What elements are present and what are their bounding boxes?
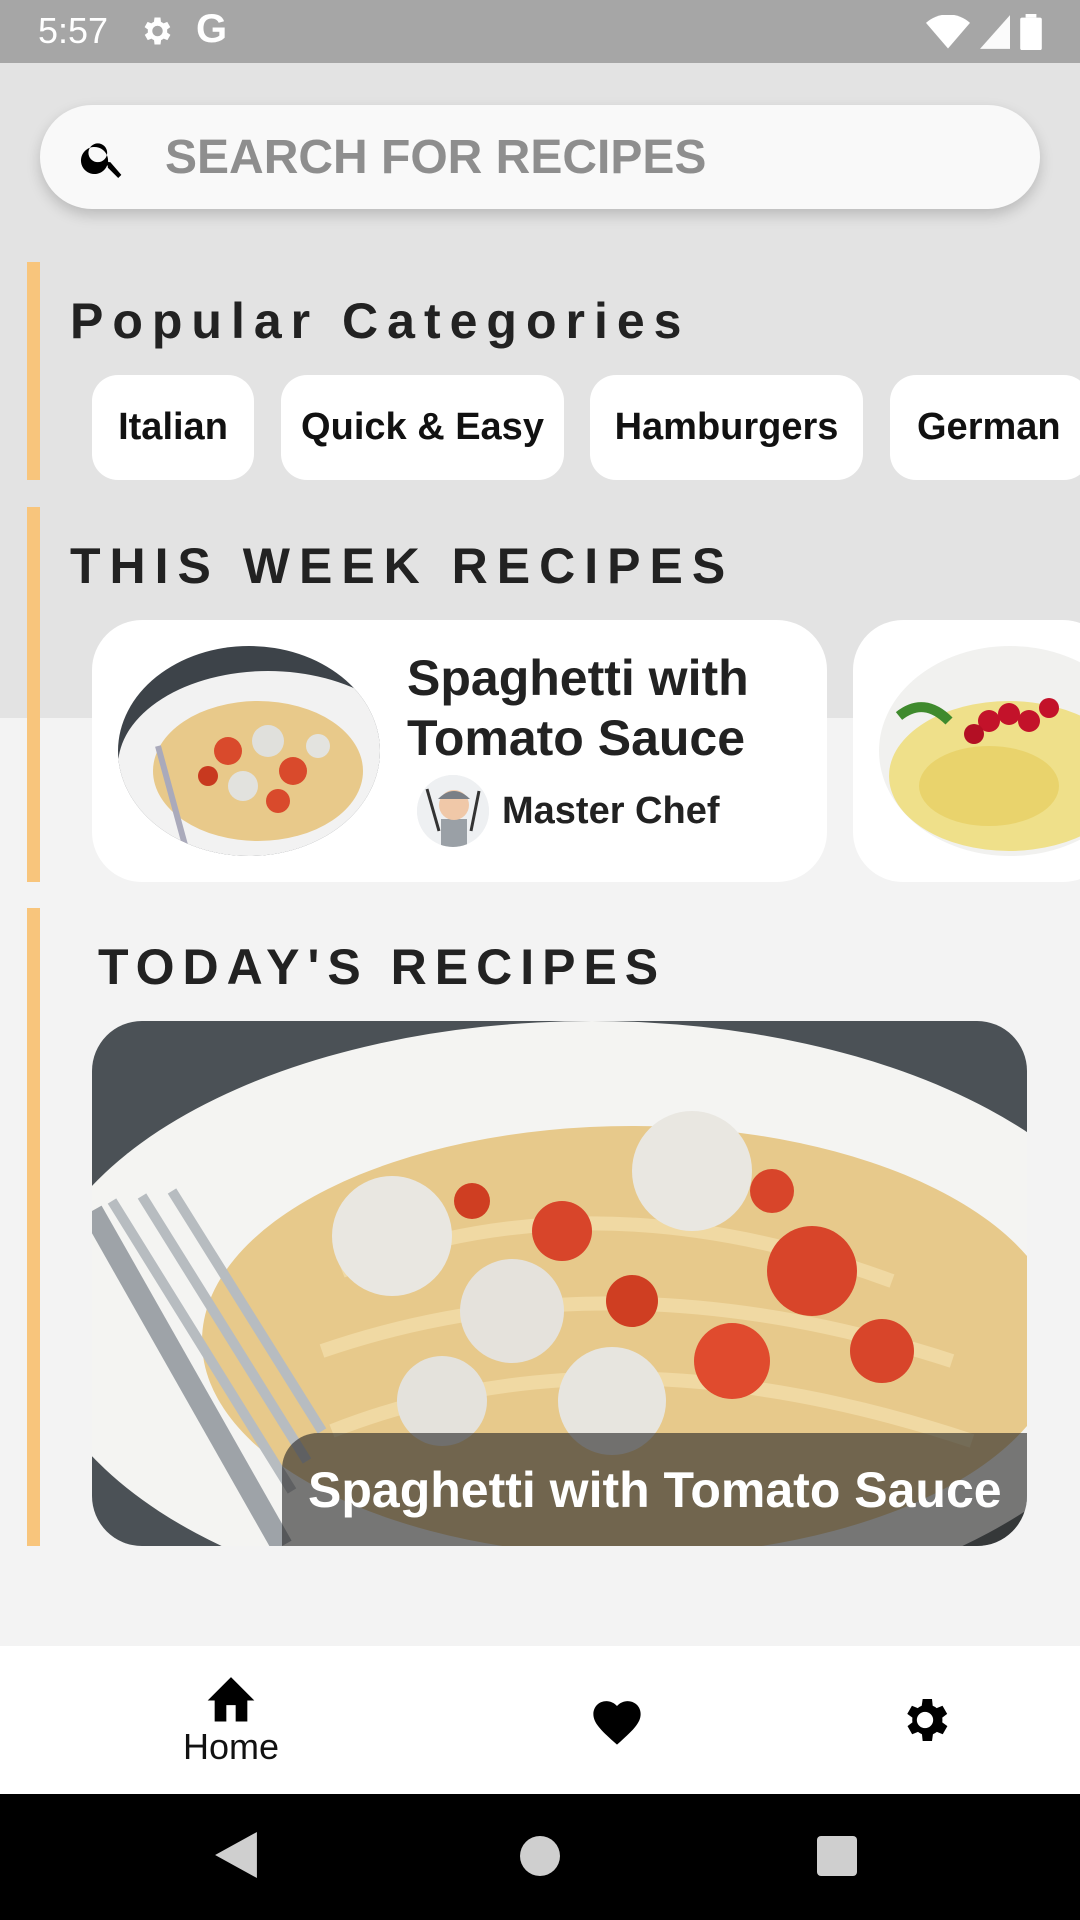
status-bar: 5:57 G — [0, 0, 1080, 63]
wifi-icon — [926, 15, 970, 49]
nav-favorites[interactable] — [560, 1646, 674, 1794]
bottom-navigation: Home — [0, 1646, 1080, 1794]
battery-icon — [1020, 14, 1042, 50]
this-week-title: THIS WEEK RECIPES — [70, 538, 735, 594]
week-recipe-title: Spaghetti with Tomato Sauce — [407, 650, 749, 766]
todays-recipes-title: TODAY'S RECIPES — [98, 939, 667, 995]
accent-bar — [27, 507, 40, 882]
heart-icon — [593, 1701, 641, 1745]
nav-home-label: Home — [182, 1726, 280, 1767]
recents-icon[interactable] — [817, 1836, 857, 1876]
chef-name: Master Chef — [502, 790, 720, 832]
recipe-thumbnail — [118, 646, 380, 856]
category-chip-italian[interactable]: Italian — [92, 375, 254, 480]
accent-bar — [27, 908, 40, 1546]
chef-avatar — [417, 775, 489, 847]
category-chip-quick-easy[interactable]: Quick & Easy — [281, 375, 564, 480]
status-time: 5:57 — [38, 10, 109, 51]
today-recipe-title: Spaghetti with Tomato Sauce — [282, 1433, 1027, 1546]
week-recipe-card[interactable] — [853, 620, 1080, 882]
recipe-thumbnail — [879, 646, 1080, 856]
signal-icon — [980, 15, 1010, 49]
back-icon[interactable] — [215, 1832, 257, 1878]
popular-categories-title: Popular Categories — [70, 293, 691, 349]
google-icon: G — [196, 7, 228, 51]
nav-home[interactable]: Home — [150, 1646, 312, 1794]
search-bar[interactable] — [40, 105, 1040, 209]
search-input[interactable] — [165, 105, 1005, 209]
nav-settings[interactable] — [868, 1646, 982, 1794]
today-recipe-card[interactable]: Spaghetti with Tomato Sauce — [92, 1021, 1027, 1546]
settings-status-icon — [144, 17, 171, 45]
settings-icon — [907, 1699, 948, 1741]
search-icon — [80, 143, 122, 178]
accent-bar — [27, 262, 40, 480]
home-icon — [207, 1677, 255, 1722]
home-button-icon[interactable] — [520, 1836, 560, 1876]
system-navigation-bar — [0, 1794, 1080, 1920]
category-chip-hamburgers[interactable]: Hamburgers — [590, 375, 863, 480]
category-chip-german[interactable]: German — [890, 375, 1080, 480]
week-recipe-card[interactable]: Spaghetti with Tomato Sauce Master Chef — [92, 620, 827, 882]
